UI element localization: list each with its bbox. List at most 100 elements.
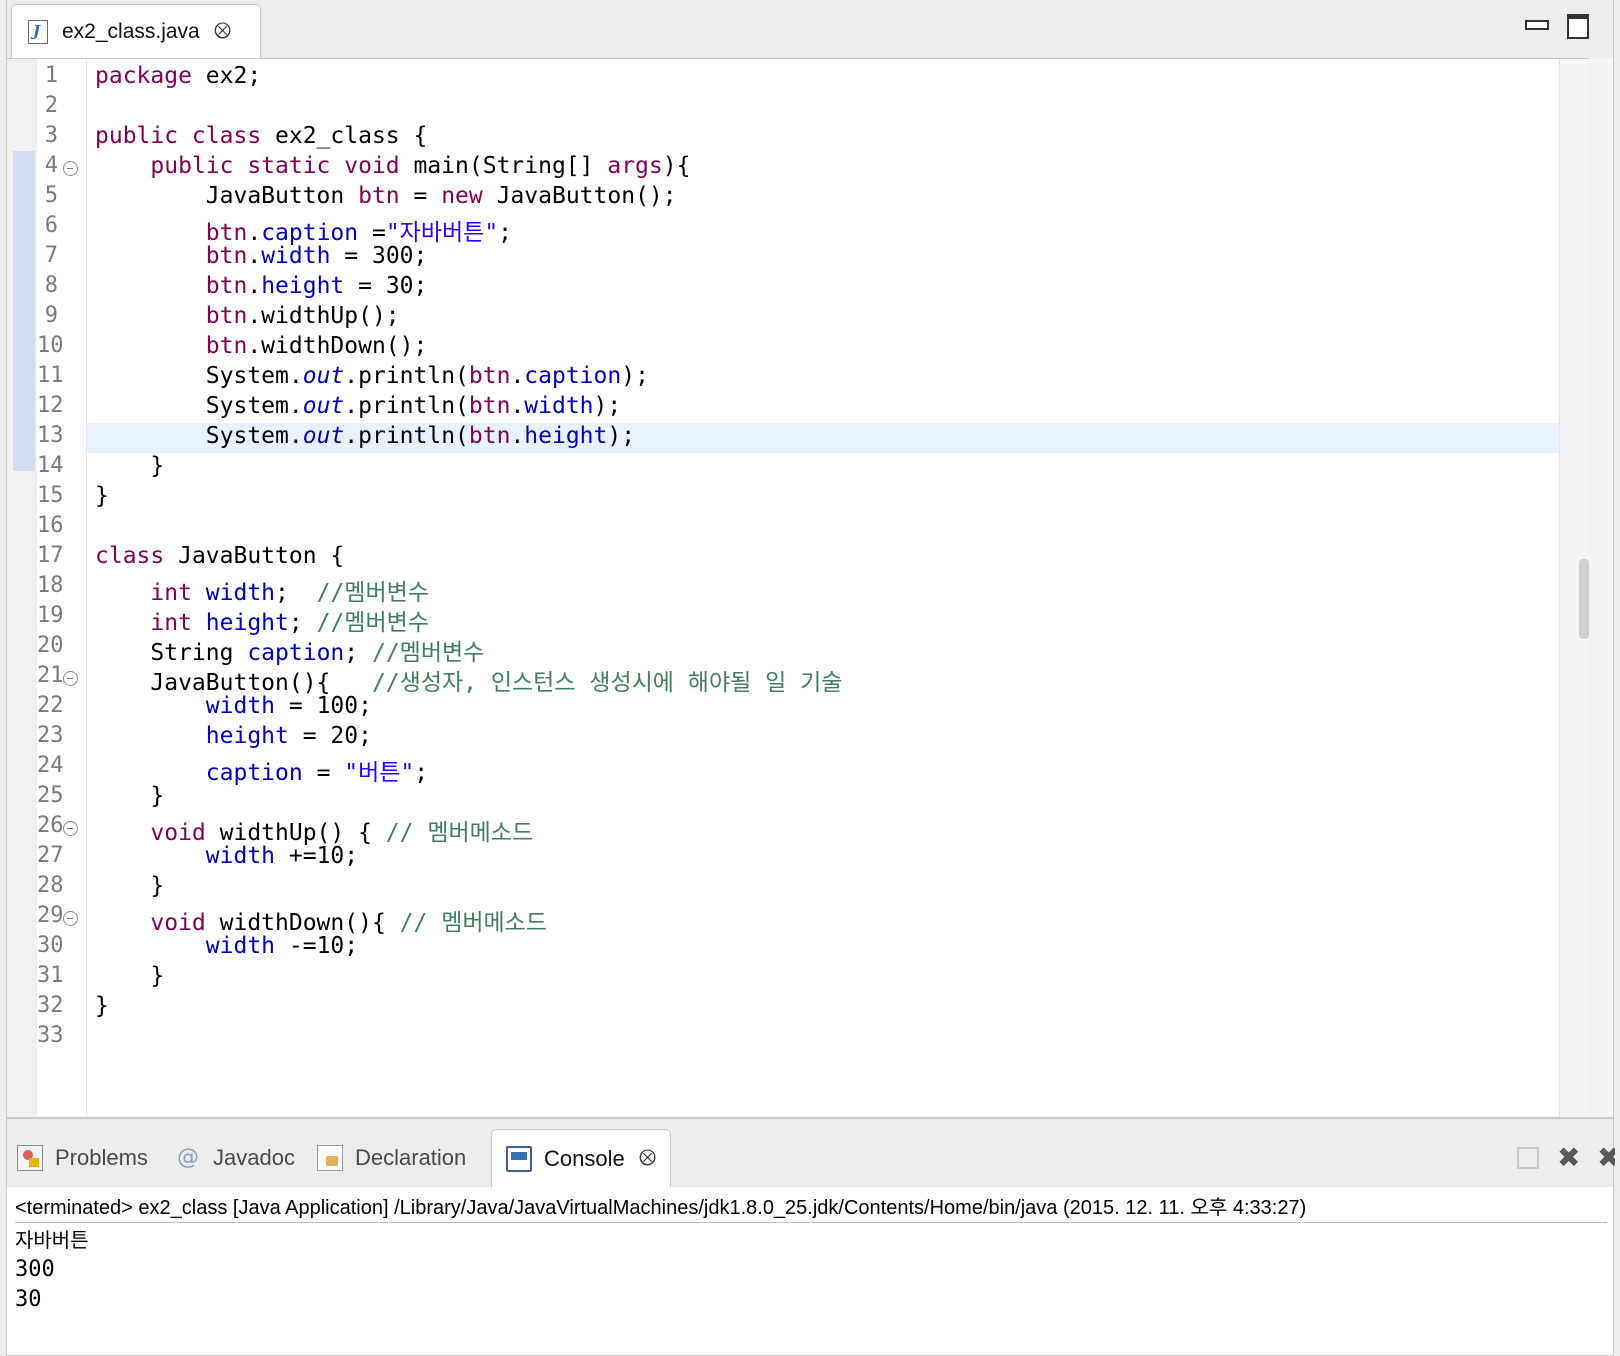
line-number: 33 [37,1023,64,1048]
code-token: } [95,453,165,479]
code-line[interactable] [87,513,1587,543]
line-number: 15 [37,483,64,508]
code-token: out [302,393,345,419]
close-icon[interactable]: ⮾ [214,20,231,43]
editor-scrollbar[interactable] [1559,59,1589,1116]
code-line[interactable]: package ex2; [87,63,1587,93]
line-number: 20 [37,633,64,658]
code-token: public class [95,123,262,149]
code-line[interactable]: width +=10; [87,843,1587,873]
code-token: btn [468,393,511,419]
code-editor[interactable]: 1 2 3 4 5 6 7 8 9 10 11 12 13 14 15 16 17 18 19 20 21 22 23 24 2… [7,58,1589,1116]
terminate-icon[interactable]: ✖ [1557,1144,1580,1172]
code-token: new [441,183,483,209]
line-number: 22 [37,693,64,718]
code-token: } [95,483,109,509]
code-token: . [510,393,525,419]
tab-label: Console [544,1145,625,1171]
tab-label: Declaration [355,1145,467,1170]
line-number-gutter: 1 2 3 4 5 6 7 8 9 10 11 12 13 14 15 16 17 18 19 20 21 22 23 24 2… [37,59,87,1116]
code-token: "버튼" [344,760,415,786]
code-token: JavaButton(); [482,183,677,209]
fold-toggle-icon[interactable] [63,911,78,926]
code-line[interactable]: } [87,483,1587,513]
code-line[interactable]: } [87,873,1587,903]
code-token: btn [468,423,511,449]
fold-toggle-icon[interactable] [63,161,78,176]
overview-ruler [7,59,37,1116]
code-token: +=10; [275,843,359,869]
code-token: btn [205,273,248,299]
code-token: } [95,873,165,899]
code-line[interactable]: btn.widthDown(); [87,333,1587,363]
tab-declaration[interactable]: Declaration [317,1129,466,1187]
tab-javadoc[interactable]: @ Javadoc [175,1129,295,1187]
code-line[interactable]: public static void main(String[] args){ [87,153,1587,183]
code-line[interactable]: } [87,993,1587,1023]
code-token: JavaButton { [164,543,345,569]
code-line[interactable]: btn.caption ="자바버튼"; [87,213,1587,246]
code-line[interactable]: btn.width = 300; [87,243,1587,273]
editor-tab[interactable]: ex2_class.java ⮾ [11,4,261,58]
code-line[interactable]: class JavaButton { [87,543,1587,573]
code-line[interactable]: System.out.println(btn.caption); [87,363,1587,393]
code-line[interactable]: String caption; //멤버변수 [87,633,1587,666]
code-line[interactable]: } [87,963,1587,993]
at-sign-icon: @ [177,1145,199,1170]
close-icon[interactable]: ⮾ [639,1147,656,1170]
code-token: ); [621,363,649,389]
code-line[interactable]: width -=10; [87,933,1587,963]
minimize-button[interactable] [1525,14,1549,34]
code-line[interactable]: JavaButton btn = new JavaButton(); [87,183,1587,213]
code-token: = 100; [275,693,372,719]
quick-diff-bar [13,151,35,471]
code-token: caption [524,363,622,389]
code-line[interactable]: int height; //멤버변수 [87,603,1587,636]
code-line[interactable]: System.out.println(btn.height); [87,423,1587,453]
code-line[interactable]: public class ex2_class { [87,123,1587,153]
code-token: public static void [150,153,400,179]
code-token: JavaButton [95,183,359,209]
console-line: 자바버튼 [15,1228,89,1252]
code-line[interactable]: void widthUp() { // 멤버메소드 [87,813,1587,846]
code-line[interactable]: btn.height = 30; [87,273,1587,303]
tab-problems[interactable]: Problems [17,1129,148,1187]
maximize-button[interactable] [1567,14,1589,39]
code-line[interactable]: System.out.println(btn.width); [87,393,1587,423]
fold-toggle-icon[interactable] [63,821,78,836]
code-token: } [95,993,109,1019]
code-line[interactable]: caption = "버튼"; [87,753,1587,786]
code-line[interactable]: btn.widthUp(); [87,303,1587,333]
java-file-icon [28,19,48,44]
code-line[interactable]: height = 20; [87,723,1587,753]
code-line[interactable]: JavaButton(){ //생성자, 인스턴스 생성시에 해야될 일 기술 [87,663,1587,696]
code-line[interactable]: } [87,453,1587,483]
line-number: 5 [44,183,58,208]
line-number: 17 [37,543,64,568]
line-number: 11 [37,363,64,388]
code-token: System. [95,393,303,419]
code-line[interactable]: void widthDown(){ // 멤버메소드 [87,903,1587,936]
code-area[interactable]: package ex2; public class ex2_class { pub… [87,63,1587,1053]
code-line[interactable] [87,1023,1587,1053]
scrollbar-thumb[interactable] [1579,559,1589,639]
console-output[interactable]: 자바버튼 300 30 [15,1225,89,1315]
code-line[interactable]: width = 100; [87,693,1587,723]
line-number: 9 [44,303,58,328]
line-number: 2 [44,93,58,118]
line-number: 18 [37,573,64,598]
code-token: btn [468,363,511,389]
fold-toggle-icon[interactable] [63,671,78,686]
line-number: 28 [37,873,64,898]
code-token: .println( [344,393,469,419]
code-line[interactable]: int width; //멤버변수 [87,573,1587,606]
remove-launches-icon[interactable]: ✖ [1597,1147,1615,1169]
clear-console-button[interactable] [1517,1147,1539,1169]
code-line[interactable] [87,93,1587,123]
tab-console[interactable]: Console ⮾ [491,1129,671,1187]
code-line[interactable]: } [87,783,1587,813]
code-token: -=10; [275,933,359,959]
